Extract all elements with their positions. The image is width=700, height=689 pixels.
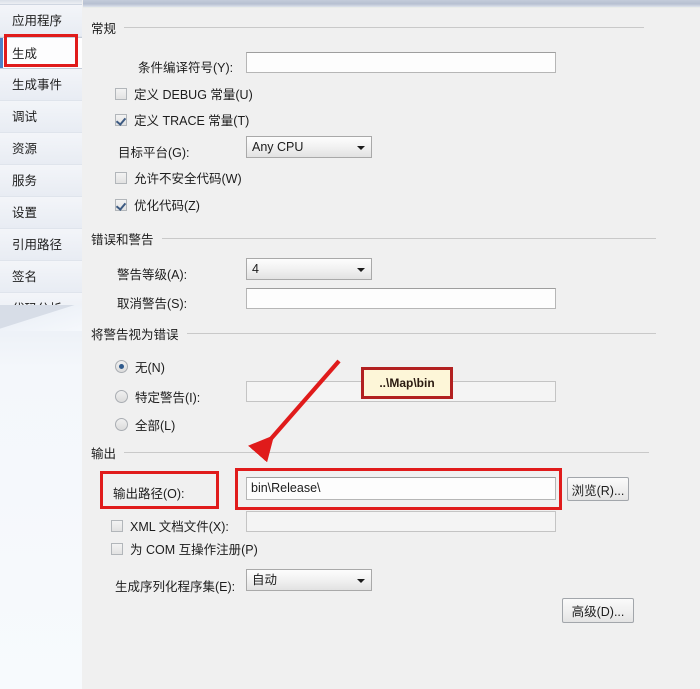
sidebar-item-debug[interactable]: 调试: [0, 101, 82, 133]
treat-warnings-all-label: 全部(L): [135, 419, 176, 433]
sidebar-item-reference-paths[interactable]: 引用路径: [0, 229, 82, 261]
treat-warnings-none-radio-row[interactable]: 无(N): [115, 357, 165, 376]
sidebar-item-settings[interactable]: 设置: [0, 197, 82, 229]
optimize-code-checkbox-row[interactable]: 优化代码(Z): [115, 195, 200, 214]
browse-button[interactable]: 浏览(R)...: [567, 477, 629, 501]
group-header-output: 输出: [91, 443, 656, 462]
serialization-assembly-value: 自动: [252, 573, 278, 587]
group-header-treat-warnings: 将警告视为错误: [91, 324, 656, 343]
com-interop-checkbox[interactable]: [111, 542, 123, 555]
group-rule: [186, 333, 656, 334]
project-properties-window: 应用程序 生成 生成事件 调试 资源 服务 设置 引用路径 签名 常规 条件编译…: [0, 0, 700, 689]
define-debug-label: 定义 DEBUG 常量(U): [134, 88, 253, 102]
chevron-down-icon: [357, 579, 365, 583]
suppress-warnings-label: 取消警告(S):: [117, 297, 188, 311]
define-trace-checkbox[interactable]: [115, 113, 127, 126]
com-interop-label: 为 COM 互操作注册(P): [130, 543, 258, 557]
optimize-code-checkbox[interactable]: [115, 198, 127, 211]
sidebar-item-label: 设置: [12, 206, 38, 220]
com-interop-checkbox-row[interactable]: 为 COM 互操作注册(P): [111, 539, 258, 558]
build-settings-panel: 常规 条件编译符号(Y): 定义 DEBUG 常量(U) 定义 TRACE 常量…: [83, 0, 700, 689]
define-debug-checkbox-row[interactable]: 定义 DEBUG 常量(U): [115, 84, 253, 103]
panel-top-strip: [83, 0, 700, 8]
sidebar-item-label: 生成: [12, 47, 38, 61]
group-rule: [161, 238, 656, 239]
chevron-down-icon: [357, 146, 365, 150]
sidebar-item-signing[interactable]: 签名: [0, 261, 82, 293]
treat-warnings-none-label: 无(N): [135, 361, 165, 375]
define-trace-checkbox-row[interactable]: 定义 TRACE 常量(T): [115, 110, 249, 129]
category-tab-list[interactable]: 应用程序 生成 生成事件 调试 资源 服务 设置 引用路径 签名: [0, 5, 82, 325]
advanced-button[interactable]: 高级(D)...: [562, 598, 634, 623]
serialization-assembly-label: 生成序列化程序集(E):: [115, 580, 236, 594]
platform-target-combo[interactable]: Any CPU: [246, 136, 372, 158]
define-trace-label: 定义 TRACE 常量(T): [134, 114, 250, 128]
warning-level-value: 4: [252, 262, 259, 276]
treat-warnings-all-radio[interactable]: [115, 418, 128, 431]
group-label: 错误和警告: [91, 233, 154, 247]
warning-level-combo[interactable]: 4: [246, 258, 372, 280]
treat-warnings-all-radio-row[interactable]: 全部(L): [115, 415, 175, 434]
warning-level-label: 警告等级(A):: [117, 268, 188, 282]
group-header-errors-warnings: 错误和警告: [91, 229, 656, 248]
sidebar-item-label: 调试: [12, 110, 38, 124]
group-rule: [124, 452, 650, 453]
annotation-arrow: [248, 359, 341, 462]
category-sidebar: 应用程序 生成 生成事件 调试 资源 服务 设置 引用路径 签名: [0, 0, 82, 689]
optimize-code-label: 优化代码(Z): [134, 199, 200, 213]
xml-doc-input[interactable]: [246, 511, 556, 532]
sidebar-fold-decoration: [0, 305, 82, 331]
conditional-symbols-label: 条件编译符号(Y):: [138, 61, 234, 75]
define-debug-checkbox[interactable]: [115, 87, 127, 100]
xml-doc-label: XML 文档文件(X):: [130, 520, 229, 534]
platform-target-label: 目标平台(G):: [118, 146, 190, 160]
sidebar-item-label: 资源: [12, 142, 38, 156]
sidebar-item-label: 应用程序: [12, 14, 63, 28]
group-header-general: 常规: [91, 18, 656, 37]
sidebar-item-resources[interactable]: 资源: [0, 133, 82, 165]
sidebar-item-label: 服务: [12, 174, 38, 188]
allow-unsafe-label: 允许不安全代码(W): [134, 172, 242, 186]
conditional-symbols-input[interactable]: [246, 52, 556, 73]
annotation-callout: ..\Map\bin: [361, 367, 453, 399]
sidebar-item-application[interactable]: 应用程序: [0, 5, 82, 37]
xml-doc-checkbox[interactable]: [111, 519, 123, 532]
allow-unsafe-checkbox[interactable]: [115, 171, 127, 184]
group-label: 输出: [91, 447, 117, 461]
sidebar-item-label: 生成事件: [12, 78, 63, 92]
sidebar-item-label: 引用路径: [12, 238, 63, 252]
sidebar-item-build-events[interactable]: 生成事件: [0, 69, 82, 101]
output-path-input[interactable]: bin\Release\: [246, 477, 556, 500]
platform-target-value: Any CPU: [252, 140, 304, 154]
group-label: 将警告视为错误: [91, 328, 179, 342]
sidebar-item-label: 签名: [12, 270, 38, 284]
treat-warnings-specific-label: 特定警告(I):: [135, 391, 201, 405]
xml-doc-checkbox-row[interactable]: XML 文档文件(X):: [111, 516, 229, 535]
serialization-assembly-combo[interactable]: 自动: [246, 569, 372, 591]
output-path-label: 输出路径(O):: [113, 487, 185, 501]
group-rule: [124, 27, 645, 28]
chevron-down-icon: [357, 268, 365, 272]
sidebar-item-build[interactable]: 生成: [0, 37, 82, 69]
sidebar-empty-area: [0, 305, 82, 689]
sidebar-item-services[interactable]: 服务: [0, 165, 82, 197]
treat-warnings-specific-radio[interactable]: [115, 390, 128, 403]
allow-unsafe-checkbox-row[interactable]: 允许不安全代码(W): [115, 168, 242, 187]
treat-warnings-specific-radio-row[interactable]: 特定警告(I):: [115, 387, 200, 406]
suppress-warnings-input[interactable]: [246, 288, 556, 309]
group-label: 常规: [91, 22, 117, 36]
treat-warnings-none-radio[interactable]: [115, 360, 128, 373]
